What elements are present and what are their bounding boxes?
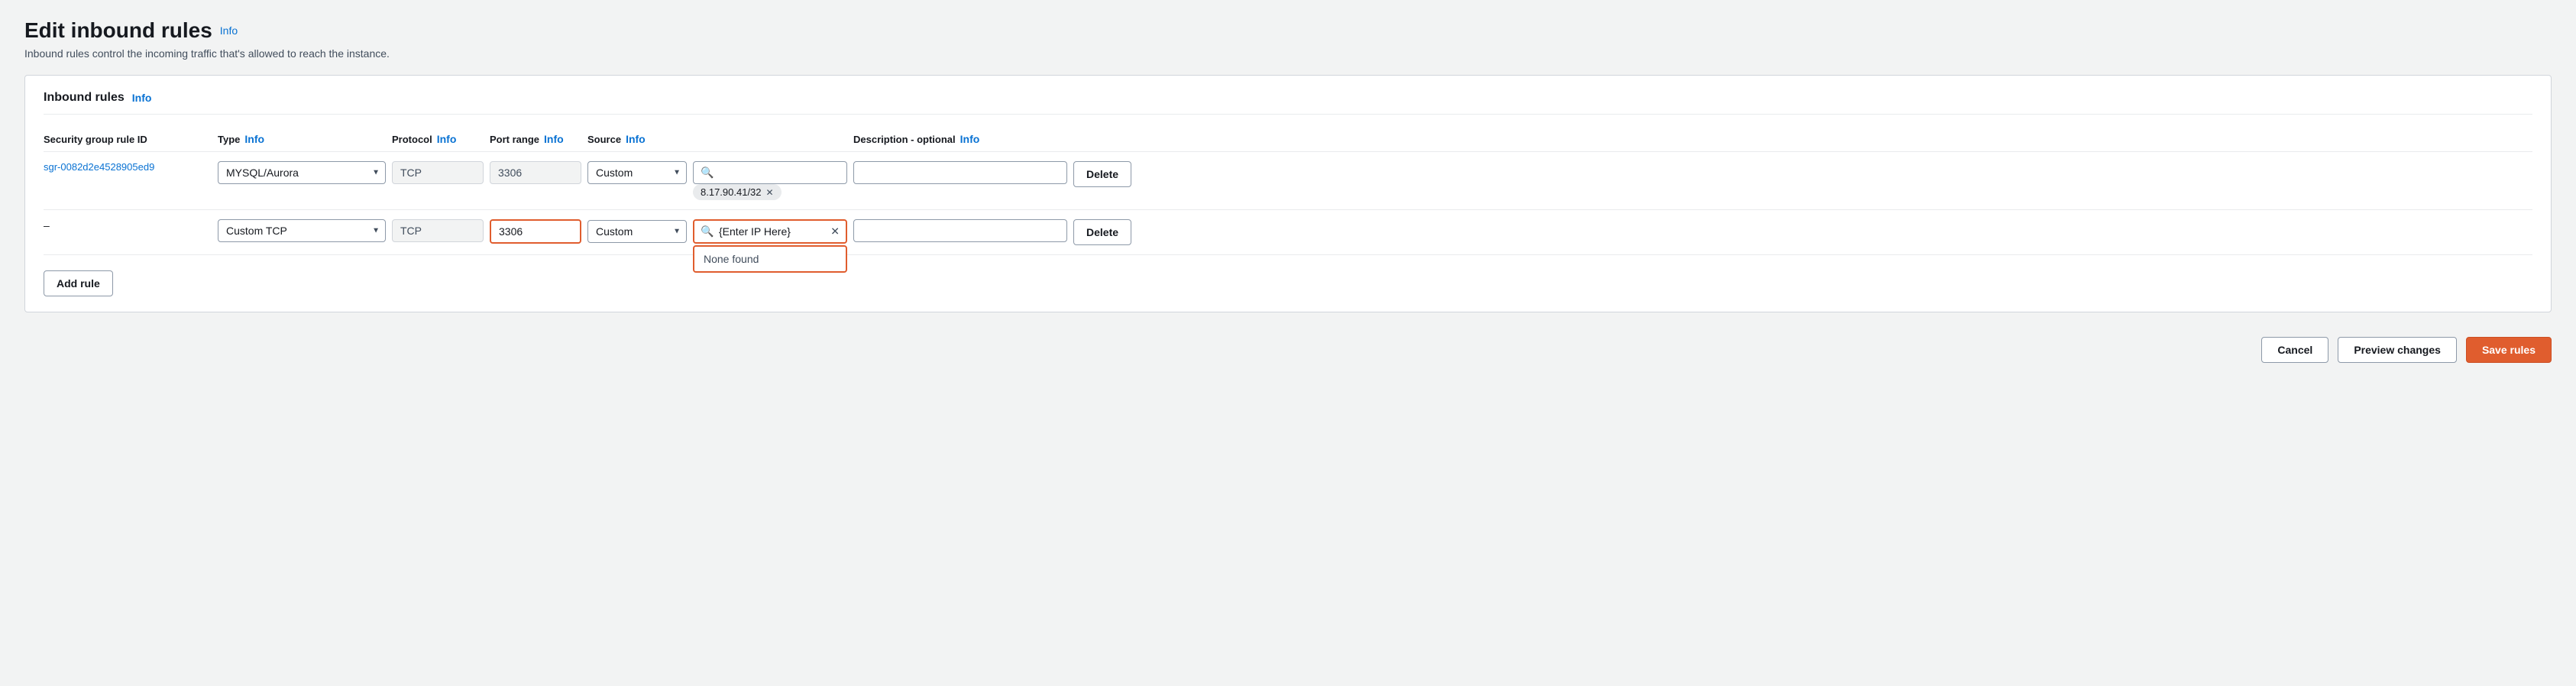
row1-delete-button[interactable]: Delete: [1073, 161, 1131, 187]
inbound-rules-card: Inbound rules Info Security group rule I…: [24, 75, 2552, 312]
row1-rule-id-cell: sgr-0082d2e4528905ed9: [44, 161, 212, 173]
page-title-info-link[interactable]: Info: [220, 24, 238, 37]
preview-changes-button[interactable]: Preview changes: [2338, 337, 2457, 363]
row1-source-search-wrapper: 🔍: [693, 161, 847, 184]
row1-protocol-cell: [392, 161, 484, 184]
row1-source-tag-value: 8.17.90.41/32: [701, 186, 762, 198]
col-header-source: Source Info: [587, 133, 847, 145]
row1-type-select[interactable]: MYSQL/Aurora: [218, 161, 386, 184]
col-rule-id-label: Security group rule ID: [44, 134, 147, 145]
row2-port-input[interactable]: [490, 219, 581, 244]
add-rule-button[interactable]: Add rule: [44, 270, 113, 296]
table-row: sgr-0082d2e4528905ed9 MYSQL/Aurora ▼: [44, 152, 2532, 210]
row1-desc-cell: [853, 161, 1067, 184]
card-header: Inbound rules Info: [44, 91, 2532, 115]
row1-protocol-input: [392, 161, 484, 184]
row2-desc-cell: [853, 219, 1067, 242]
row2-source-select[interactable]: Custom: [587, 220, 687, 243]
row1-type-cell: MYSQL/Aurora ▼: [218, 161, 386, 184]
row1-source-row: Custom ▼ 🔍: [587, 161, 847, 184]
row2-source-cell: Custom ▼ 🔍 ✕ None found: [587, 219, 847, 244]
table-header-row: Security group rule ID Type Info Protoco…: [44, 127, 2532, 152]
row2-type-select[interactable]: Custom TCP: [218, 219, 386, 242]
page-header: Edit inbound rules Info Inbound rules co…: [24, 18, 2552, 60]
row1-source-cell: Custom ▼ 🔍 8.17.90.41/32 ✕: [587, 161, 847, 200]
row1-source-search-input[interactable]: [693, 161, 847, 184]
row2-clear-icon[interactable]: ✕: [830, 225, 840, 238]
row1-port-input: [490, 161, 581, 184]
cancel-button[interactable]: Cancel: [2261, 337, 2328, 363]
col-source-info-link[interactable]: Info: [626, 133, 646, 145]
inbound-rules-label: Inbound rules: [44, 91, 125, 105]
col-type-info-link[interactable]: Info: [244, 133, 264, 145]
row1-source-select-wrapper: Custom ▼: [587, 161, 687, 184]
footer-bar: Cancel Preview changes Save rules: [24, 325, 2552, 375]
row2-delete-button[interactable]: Delete: [1073, 219, 1131, 245]
col-desc-label: Description - optional: [853, 134, 956, 145]
row1-source-tag-close-icon[interactable]: ✕: [766, 187, 774, 198]
row1-port-cell: [490, 161, 581, 184]
row2-source-dropdown: None found: [693, 245, 847, 273]
row2-source-search-wrapper: 🔍 ✕ None found: [693, 219, 847, 244]
page-description: Inbound rules control the incoming traff…: [24, 47, 2552, 60]
col-protocol-info-link[interactable]: Info: [437, 133, 457, 145]
col-header-actions: [1073, 133, 1150, 145]
page-wrapper: Edit inbound rules Info Inbound rules co…: [0, 0, 2576, 686]
row2-port-cell: [490, 219, 581, 244]
row2-delete-cell: Delete: [1073, 219, 1150, 245]
row2-source-search-input[interactable]: [693, 219, 847, 244]
row2-protocol-cell: [392, 219, 484, 242]
row1-rule-id: sgr-0082d2e4528905ed9: [44, 161, 154, 173]
row2-rule-id: –: [44, 219, 50, 231]
row2-type-cell: Custom TCP ▼: [218, 219, 386, 242]
row1-tags-row: 8.17.90.41/32 ✕: [587, 184, 782, 200]
page-title: Edit inbound rules: [24, 18, 212, 43]
row2-source-select-wrapper: Custom ▼: [587, 220, 687, 243]
row1-source-select[interactable]: Custom: [587, 161, 687, 184]
col-header-rule-id: Security group rule ID: [44, 133, 212, 145]
table-row: – Custom TCP ▼: [44, 210, 2532, 255]
col-header-port: Port range Info: [490, 133, 581, 145]
row1-desc-input[interactable]: [853, 161, 1067, 184]
add-rule-row: Add rule: [44, 264, 2532, 296]
col-header-type: Type Info: [218, 133, 386, 145]
col-protocol-label: Protocol: [392, 134, 432, 145]
row2-none-found-label: None found: [704, 253, 759, 265]
col-header-protocol: Protocol Info: [392, 133, 484, 145]
row2-rule-id-cell: –: [44, 219, 212, 231]
save-rules-button[interactable]: Save rules: [2466, 337, 2552, 363]
col-desc-info-link[interactable]: Info: [960, 133, 980, 145]
row2-type-select-wrapper: Custom TCP ▼: [218, 219, 386, 242]
row2-desc-input[interactable]: [853, 219, 1067, 242]
col-header-description: Description - optional Info: [853, 133, 1067, 145]
row2-search-with-clear: 🔍 ✕: [693, 219, 847, 244]
row2-source-row: Custom ▼ 🔍 ✕ None found: [587, 219, 847, 244]
col-port-info-link[interactable]: Info: [544, 133, 564, 145]
col-source-label: Source: [587, 134, 621, 145]
row1-type-select-wrapper: MYSQL/Aurora ▼: [218, 161, 386, 184]
col-port-label: Port range: [490, 134, 539, 145]
row1-delete-cell: Delete: [1073, 161, 1150, 187]
row2-protocol-input: [392, 219, 484, 242]
inbound-rules-info-link[interactable]: Info: [132, 92, 152, 104]
page-title-row: Edit inbound rules Info: [24, 18, 2552, 43]
col-type-label: Type: [218, 134, 240, 145]
row1-source-tag-chip: 8.17.90.41/32 ✕: [693, 184, 782, 200]
